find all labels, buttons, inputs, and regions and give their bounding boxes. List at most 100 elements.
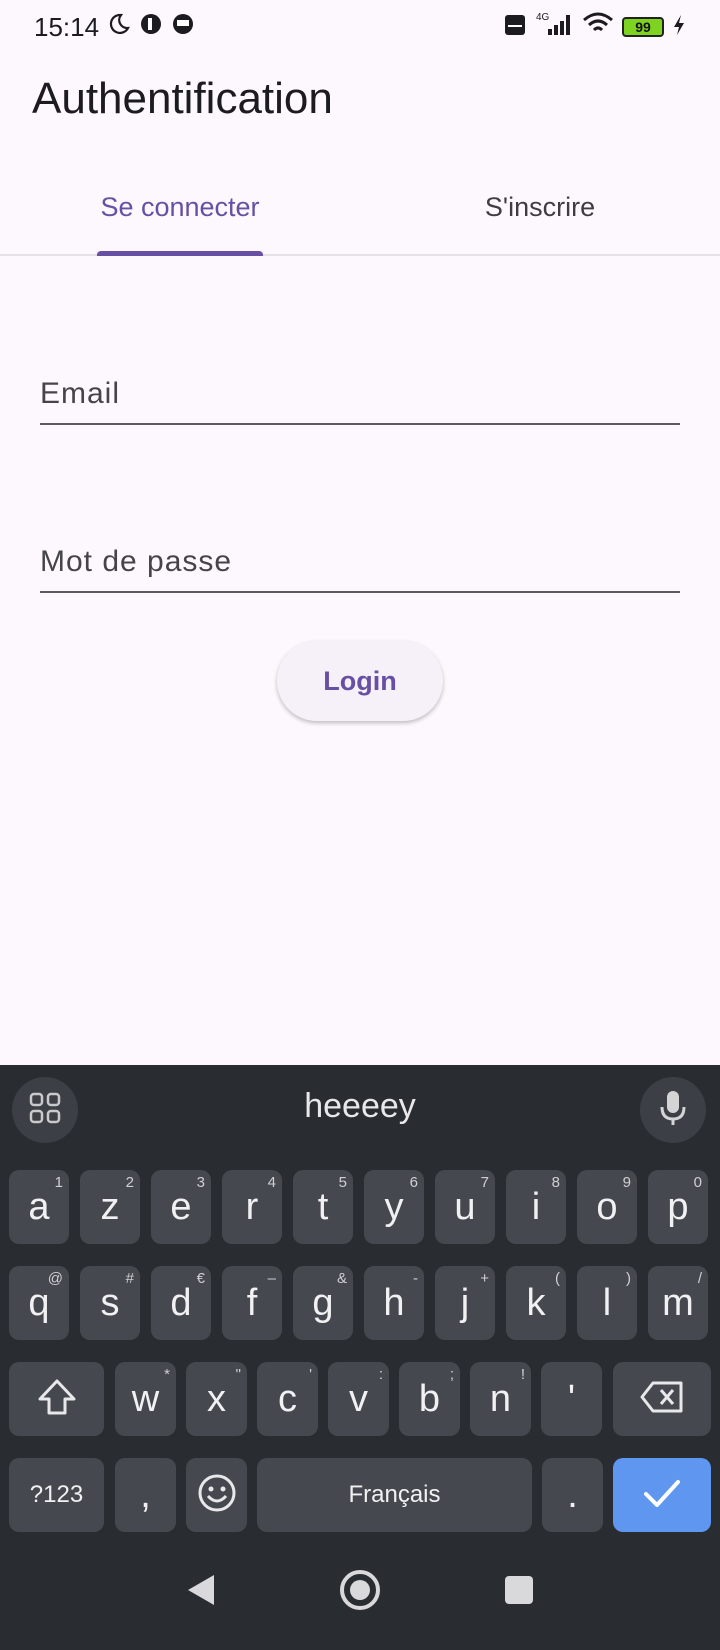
key-r[interactable]: r4 [222,1170,282,1244]
key-h[interactable]: h- [364,1266,424,1340]
key-j[interactable]: j + [435,1266,495,1340]
password-field-container [40,513,680,593]
space-key-label: Français [348,1481,441,1508]
key-label: f [246,1281,258,1324]
microphone-icon [658,1089,688,1132]
tab-signup-label: S'inscrire [484,192,596,222]
volte-icon [504,12,526,43]
key-i[interactable]: i8 [506,1170,566,1244]
back-icon[interactable] [184,1572,218,1613]
key-hint: + [480,1270,489,1287]
key-m[interactable]: m / [648,1266,708,1340]
key-y[interactable]: y6 [364,1170,424,1244]
symbols-key[interactable]: ?123 [9,1458,104,1532]
symbols-key-label: ?123 [29,1481,84,1508]
shift-key[interactable] [9,1362,104,1436]
word-suggestion[interactable]: heeeey [200,1087,520,1126]
key-hint: ) [626,1270,631,1287]
tab-active-indicator [97,251,263,256]
email-field-container [40,345,680,425]
key-d[interactable]: d € [151,1266,211,1340]
key-v[interactable]: v: [328,1362,389,1436]
key-hint: 9 [622,1174,631,1191]
key-hint: # [125,1270,134,1287]
key-hint: ( [555,1270,560,1287]
email-field[interactable] [40,345,680,423]
page-title: Authentification [32,74,333,123]
key-hint: € [196,1270,205,1287]
key-label: r [245,1185,259,1228]
key-u[interactable]: u7 [435,1170,495,1244]
tab-bar: Se connecter S'inscrire [0,170,720,256]
status-time: 15:14 [34,11,100,42]
enter-key[interactable] [613,1458,711,1532]
key-label: q [28,1281,50,1324]
key-label: x [207,1377,226,1420]
keyboard-toolbar: heeeey [0,1065,720,1155]
key-label: i [531,1185,541,1228]
home-icon[interactable] [338,1568,382,1617]
key-q[interactable]: q @ [9,1266,69,1340]
login-button[interactable]: Login [277,641,443,721]
key-label: d [170,1281,192,1324]
period-key[interactable]: . [542,1458,603,1532]
tab-signup[interactable]: S'inscrire [360,170,720,254]
key-s[interactable]: s # [80,1266,140,1340]
key-hint: ' [309,1366,312,1383]
svg-text:4G: 4G [536,12,550,23]
recents-icon[interactable] [502,1573,536,1612]
key-label: o [596,1185,618,1228]
emoji-key[interactable] [186,1458,247,1532]
key-label: u [454,1185,476,1228]
key-k[interactable]: k( [506,1266,566,1340]
key-hint: 5 [338,1174,347,1191]
key-label: n [489,1377,512,1420]
keyboard-apps-button[interactable] [12,1077,78,1143]
comma-key[interactable]: , [115,1458,176,1532]
tab-login-label: Se connecter [100,192,260,222]
space-key[interactable]: Français [257,1458,532,1532]
key-n[interactable]: n! [470,1362,531,1436]
key-a[interactable]: a1 [9,1170,69,1244]
cellular-signal-icon: 4G [534,11,574,44]
key-l[interactable]: l) [577,1266,637,1340]
comma-key-label: , [140,1473,151,1516]
key-t[interactable]: t5 [293,1170,353,1244]
voice-input-button[interactable] [640,1077,706,1143]
key-hint: 2 [125,1174,134,1191]
key-f[interactable]: f – [222,1266,282,1340]
key-o[interactable]: o9 [577,1170,637,1244]
key-b[interactable]: b; [399,1362,460,1436]
key-label: m [662,1281,694,1324]
key-hint: 1 [54,1174,63,1191]
tab-login[interactable]: Se connecter [0,170,360,256]
key-label: v [349,1377,368,1420]
key-g[interactable]: g & [293,1266,353,1340]
key-label: h [383,1281,405,1324]
key-z[interactable]: z2 [80,1170,140,1244]
battery-icon: 99 [622,17,664,37]
moon-icon [107,12,131,43]
key-p[interactable]: p0 [648,1170,708,1244]
backspace-icon [639,1380,685,1419]
key-hint: / [697,1270,702,1287]
key-hint: – [267,1270,276,1287]
key-hint: 4 [267,1174,276,1191]
key-e[interactable]: e3 [151,1170,211,1244]
key-hint: 6 [409,1174,418,1191]
key-hint: ! [520,1366,525,1383]
key-label: l [602,1281,612,1324]
navigation-bar [0,1535,720,1650]
key-x[interactable]: x " [186,1362,247,1436]
key-label: t [317,1185,329,1228]
password-field[interactable] [40,513,680,591]
key-label: w [131,1377,160,1420]
key-label: k [526,1281,546,1324]
key-label: g [312,1281,334,1324]
backspace-key[interactable] [613,1362,711,1436]
key-apostrophe[interactable]: ' [541,1362,602,1436]
key-label: y [384,1185,404,1228]
key-c[interactable]: c ' [257,1362,318,1436]
key-hint: " [235,1366,241,1383]
key-w[interactable]: w * [115,1362,176,1436]
